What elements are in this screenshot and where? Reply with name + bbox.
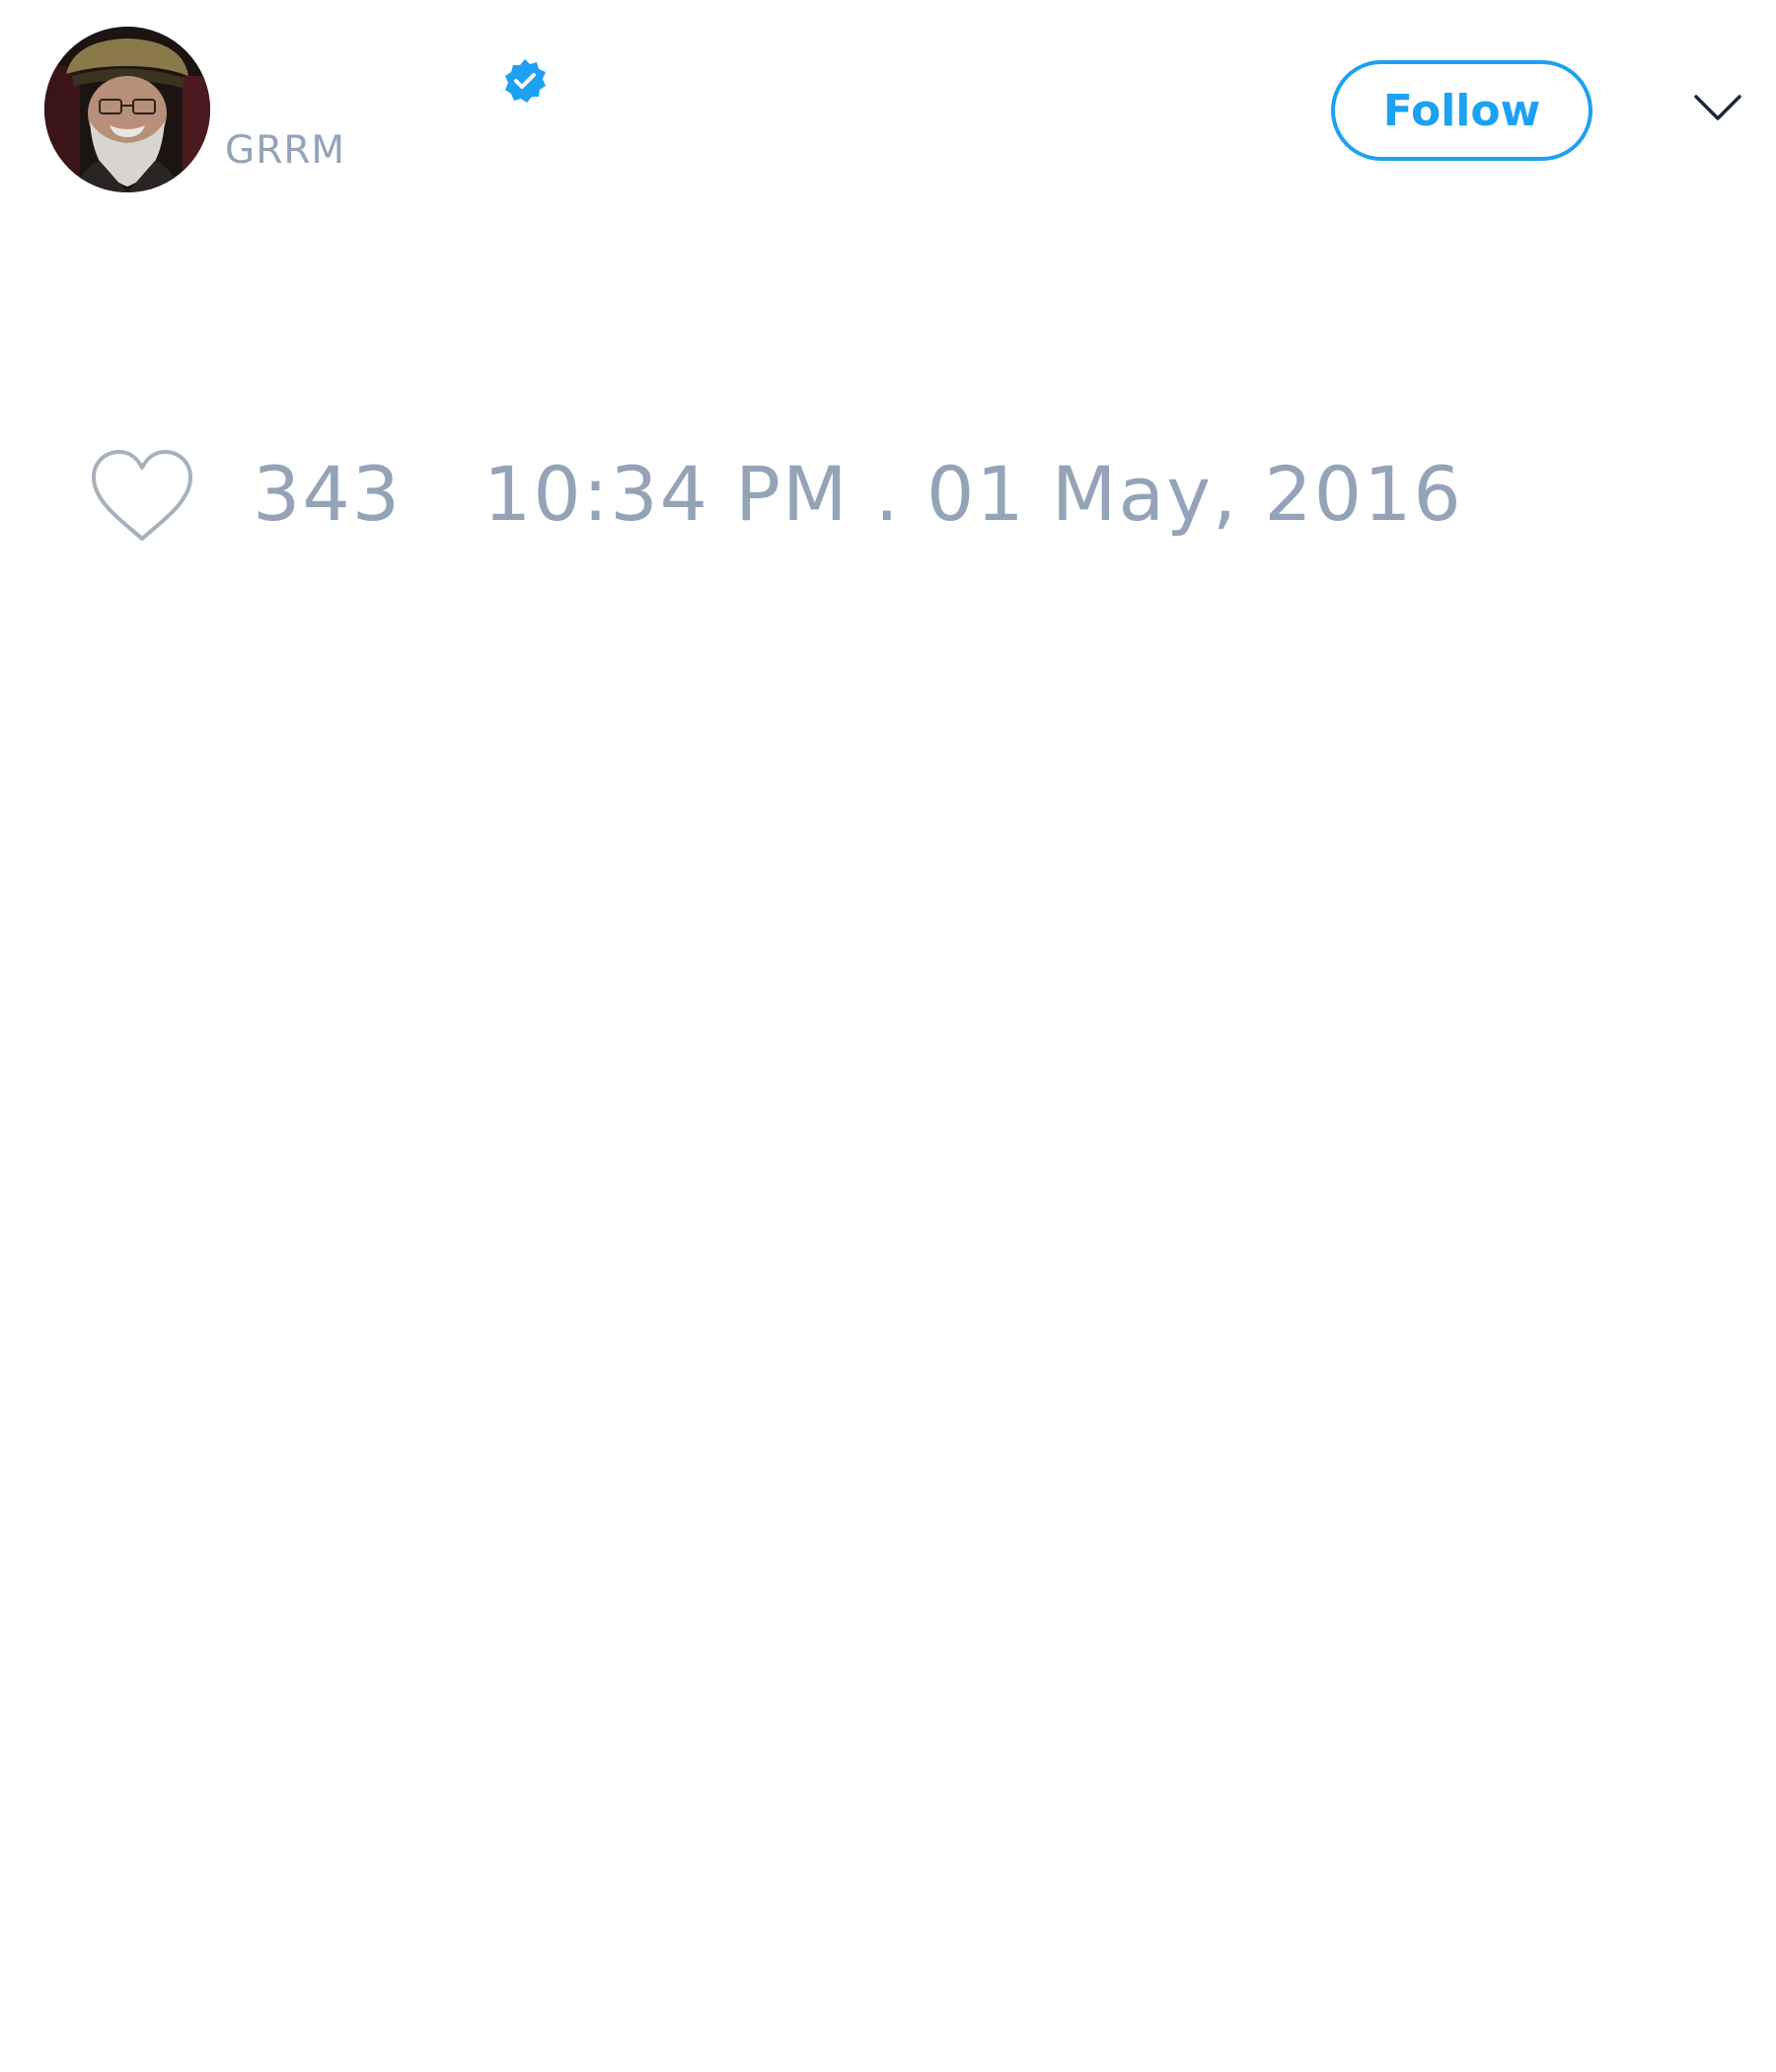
avatar[interactable] — [44, 27, 210, 192]
avatar-image — [44, 27, 210, 192]
tweet-timestamp[interactable]: 10:34 PM . 01 May, 2016 — [483, 449, 1463, 540]
like-count: 343 — [253, 450, 403, 538]
verified-badge-icon — [501, 57, 549, 105]
follow-button[interactable]: Follow — [1331, 60, 1592, 161]
author-handle[interactable]: GRRM — [225, 125, 345, 177]
chevron-down-icon[interactable] — [1693, 91, 1742, 124]
heart-icon[interactable] — [88, 446, 196, 545]
